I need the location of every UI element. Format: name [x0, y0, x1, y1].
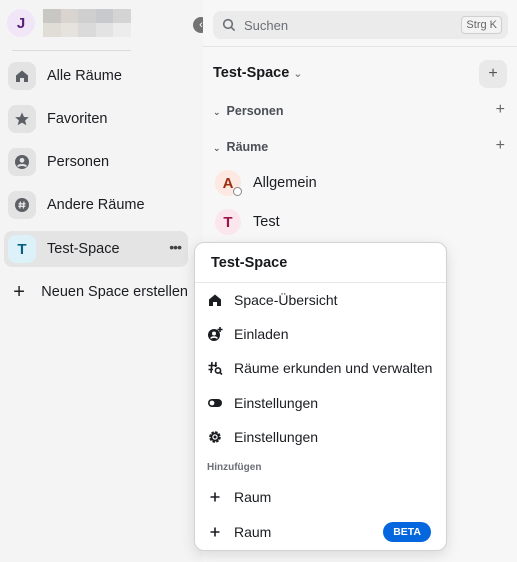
plus-icon: [210, 527, 220, 537]
star-icon: [8, 105, 36, 133]
space-item-people[interactable]: Personen: [4, 144, 188, 180]
menu-item-preferences[interactable]: Einstellungen: [195, 386, 446, 420]
space-title-text: Test-Space: [213, 65, 290, 81]
divider: [203, 46, 517, 47]
space-item-label: Andere Räume: [47, 197, 145, 213]
search-icon: [222, 18, 236, 32]
room-avatar-letter: A: [222, 174, 234, 192]
menu-item-explore-rooms[interactable]: Räume erkunden und verwalten: [195, 351, 446, 385]
search-label: Suchen: [244, 17, 289, 33]
menu-item-invite[interactable]: Einladen: [195, 317, 446, 351]
home-icon: [8, 62, 36, 90]
add-person-plus-icon[interactable]: +: [496, 101, 505, 119]
section-label: Räume: [226, 140, 269, 154]
menu-item-label: Einstellungen: [234, 429, 319, 445]
section-people[interactable]: ⌄ Personen: [213, 104, 284, 118]
room-name: Test: [253, 214, 280, 230]
space-item-label: Favoriten: [47, 111, 108, 127]
room-name: Allgemein: [253, 175, 317, 191]
beta-badge: BETA: [383, 522, 431, 542]
hash-icon: [8, 191, 36, 219]
user-avatar[interactable]: J: [7, 9, 35, 37]
room-item-test[interactable]: T Test: [215, 209, 280, 235]
menu-item-settings[interactable]: Einstellungen: [195, 420, 446, 454]
menu-item-space-overview[interactable]: Space-Übersicht: [195, 283, 446, 317]
add-button[interactable]: +: [479, 60, 507, 88]
invite-icon: [208, 327, 223, 341]
space-item-all-rooms[interactable]: Alle Räume: [4, 58, 188, 94]
home-icon: [209, 294, 221, 306]
section-rooms[interactable]: ⌄ Räume: [213, 140, 268, 154]
gear-icon: [209, 431, 221, 443]
space-title[interactable]: Test-Space ⌄: [213, 65, 303, 81]
menu-item-label: Raum: [234, 524, 272, 540]
space-item-label: Personen: [47, 154, 110, 170]
room-avatar-letter: T: [223, 213, 233, 231]
menu-item-add-room-beta[interactable]: Raum BETA: [195, 515, 446, 549]
create-space-button[interactable]: + Neuen Space erstellen: [4, 274, 188, 310]
space-item-label: Alle Räume: [47, 68, 122, 84]
space-item-other-rooms[interactable]: Andere Räume: [4, 187, 188, 223]
plus-icon: +: [13, 280, 25, 303]
search-button[interactable]: Suchen Strg K: [213, 11, 508, 39]
menu-item-label: Raum: [234, 489, 272, 505]
plus-icon: [210, 492, 220, 502]
menu-item-label: Space-Übersicht: [234, 292, 338, 308]
room-item-allgemein[interactable]: A Allgemein: [215, 170, 317, 196]
toggle-icon: [208, 399, 222, 407]
user-menu[interactable]: J: [7, 9, 131, 37]
space-item-label: Neuen Space erstellen: [41, 284, 188, 300]
explore-rooms-icon: [208, 361, 223, 376]
space-item-label: Test-Space: [47, 241, 120, 257]
menu-group-label: Hinzufügen: [207, 462, 262, 473]
space-item-test-space[interactable]: T Test-Space •••: [4, 231, 188, 267]
menu-title: Test-Space: [211, 255, 288, 271]
space-panel: J Alle Räume Favoriten Personen Andere R…: [0, 0, 203, 562]
public-room-icon: [233, 187, 242, 196]
room-avatar: T: [215, 209, 241, 235]
chevron-down-icon: ⌄: [213, 143, 221, 153]
user-name-redacted: [43, 9, 131, 37]
chevron-down-icon: ⌄: [293, 68, 303, 80]
menu-item-label: Einstellungen: [234, 395, 319, 411]
space-context-menu: Test-Space Space-Übersicht Einladen Räum…: [194, 242, 447, 551]
person-icon: [8, 148, 36, 176]
more-options-icon[interactable]: •••: [169, 239, 182, 255]
space-avatar: T: [8, 235, 36, 263]
menu-item-add-room[interactable]: Raum: [195, 480, 446, 514]
keyboard-shortcut: Strg K: [461, 16, 502, 34]
divider: [12, 50, 131, 51]
chevron-down-icon: ⌄: [213, 107, 221, 117]
menu-item-label: Räume erkunden und verwalten: [234, 360, 433, 376]
menu-item-label: Einladen: [234, 326, 289, 342]
space-item-favourites[interactable]: Favoriten: [4, 101, 188, 137]
add-room-plus-icon[interactable]: +: [496, 137, 505, 155]
room-avatar: A: [215, 170, 242, 196]
section-label: Personen: [226, 104, 284, 118]
